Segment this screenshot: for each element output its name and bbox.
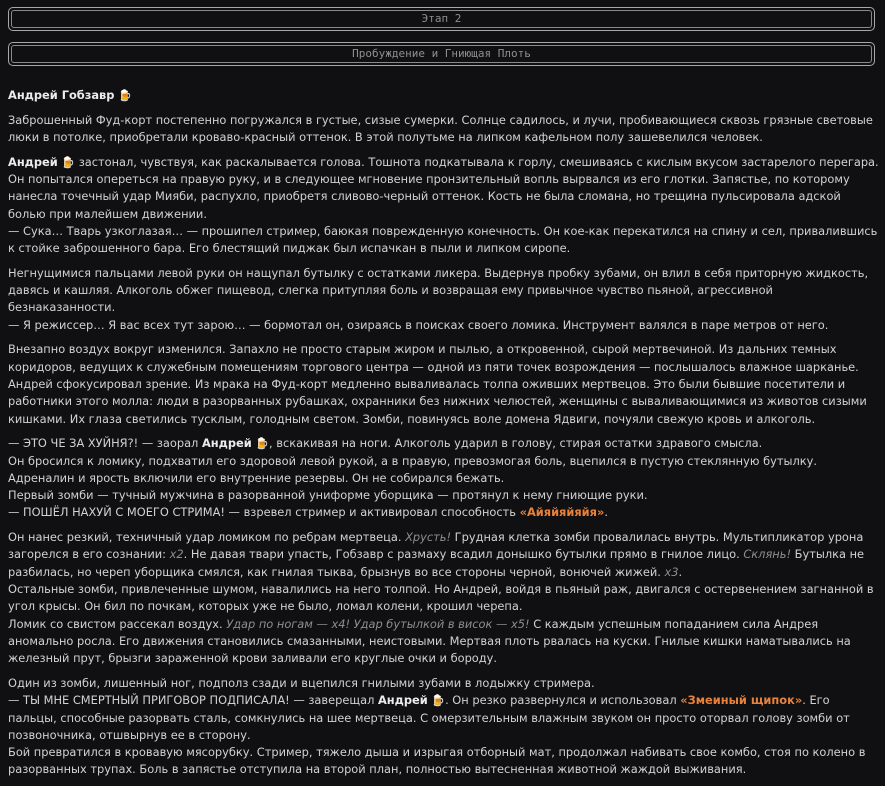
combo-multiplier: x3: [664, 564, 679, 579]
hero-name: Андрей: [8, 154, 58, 169]
beer-icon: 🍺: [118, 89, 132, 102]
paragraph-2: Андрей 🍺 застонал, чувствуя, как раскалы…: [8, 154, 880, 258]
beer-icon: 🍺: [61, 155, 76, 169]
text-run: Бой превратился в кровавую мясорубку. Ст…: [8, 745, 866, 777]
paragraph-5-roar: — ПОШЁЛ НАХУЙ С МОЕГО СТРИМА! — взревел …: [8, 505, 520, 520]
sound-effect: Хрусть!: [405, 530, 452, 545]
hero-name: Андрей: [377, 693, 428, 708]
text-run: Он нанес резкий, техничный удар ломиком …: [8, 530, 406, 545]
punctuation: .: [604, 505, 608, 520]
paragraph-3: Негнущимися пальцами левой руки он нащуп…: [8, 265, 880, 334]
paragraph-5-first-zombie: Первый зомби — тучный мужчина в разорван…: [8, 488, 648, 503]
sound-effect: Склянь!: [743, 547, 792, 562]
text-run: Остальные зомби, привлеченные шумом, нав…: [8, 582, 874, 614]
text-run: — ТЫ МНЕ СМЕРТНЫЙ ПРИГОВОР ПОДПИСАЛА! — …: [8, 693, 378, 708]
paragraph-4-text: Внезапно воздух вокруг изменился. Запахл…: [8, 342, 859, 374]
text-run: Ломик со свистом рассекал воздух.: [8, 616, 227, 631]
skill-name: «Айяйяйяйя»: [519, 505, 605, 520]
paragraph-4-zombies: Андрей сфокусировал зрение. Из мрака на …: [8, 377, 867, 426]
paragraph-6: Он нанес резкий, техничный удар ломиком …: [8, 529, 880, 667]
skill-name: «Змеиный щипок»: [680, 693, 803, 708]
text-run: . Не давая твари упасть, Гобзавр с разма…: [183, 547, 744, 562]
paragraph-7: Один из зомби, лишенный ног, подполз сза…: [8, 675, 880, 779]
combo-multiplier: x2: [169, 547, 184, 562]
paragraph-5-action: , вскакивая на ноги. Алкоголь ударил в г…: [269, 436, 763, 451]
beer-icon: 🍺: [431, 694, 446, 708]
paragraph-5-shout: — ЭТО ЧЕ ЗА ХУЙНЯ?! — заорал: [8, 436, 202, 451]
punctuation: .: [678, 564, 683, 579]
author-line: Андрей Гобзавр 🍺: [8, 87, 880, 104]
text-run: . Он резко развернулся и использовал: [445, 693, 681, 708]
stage-banner: Этап 2: [8, 7, 875, 31]
paragraph-1: Заброшенный Фуд-корт постепенно погружал…: [8, 112, 873, 144]
paragraph-2-dialogue: — Сука… Тварь узкоглазая… — прошипел стр…: [8, 223, 878, 256]
text-run: Один из зомби, лишенный ног, подполз сза…: [8, 675, 595, 690]
stage-title: Этап 2: [11, 10, 872, 28]
paragraph-2-text: застонал, чувствуя, как раскалывается го…: [8, 154, 879, 221]
paragraph-4: Внезапно воздух вокруг изменился. Запахл…: [8, 341, 880, 427]
chapter-banner: Пробуждение и Гниющая Плоть: [8, 42, 875, 66]
paragraph-3-dialogue: — Я режиссер… Я вас всех тут зарою… — бо…: [8, 317, 829, 332]
chapter-title: Пробуждение и Гниющая Плоть: [11, 45, 872, 63]
hero-name: Андрей: [201, 436, 252, 451]
author-name: Андрей Гобзавр: [8, 88, 115, 102]
combo-sequence: Удар по ногам — x4! Удар бутылкой в висо…: [226, 616, 530, 631]
beer-icon: 🍺: [255, 437, 270, 451]
story-content: Андрей Гобзавр 🍺 Заброшенный Фуд-корт по…: [8, 87, 880, 786]
paragraph-3-text: Негнущимися пальцами левой руки он нащуп…: [8, 265, 869, 315]
paragraph-5-weapon: Он бросился к ломику, подхватил его здор…: [8, 453, 817, 485]
paragraph-5: — ЭТО ЧЕ ЗА ХУЙНЯ?! — заорал Андрей 🍺, в…: [8, 435, 880, 521]
